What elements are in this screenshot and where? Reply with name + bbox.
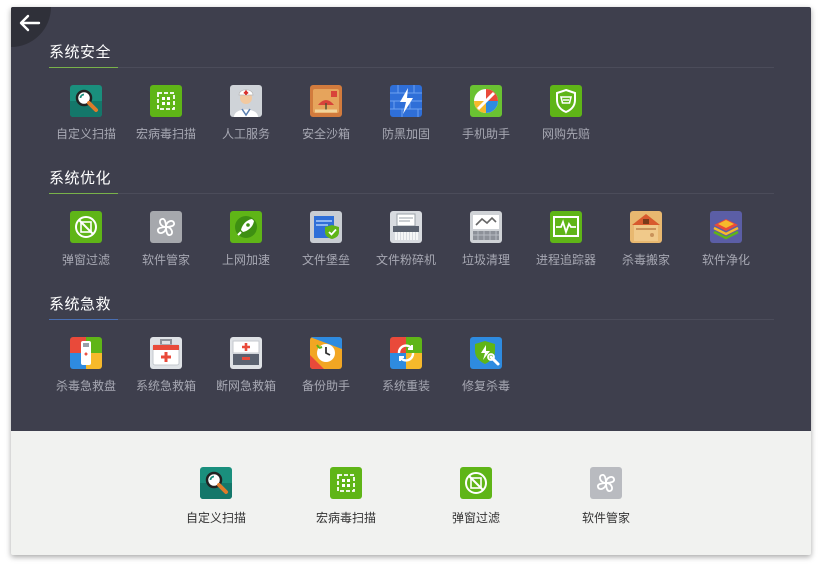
popup-filter-icon [70,211,102,243]
magnifier-icon [200,467,232,499]
tool-network-accelerate[interactable]: 上网加速 [206,211,286,271]
tool-label: 杀毒急救盘 [55,379,116,393]
tool-label: 系统重装 [381,379,430,393]
section-accent-line [49,193,118,194]
shredder-icon [390,211,422,243]
tool-anti-hack[interactable]: 防黑加固 [366,85,446,145]
tool-label: 备份助手 [301,379,350,393]
tool-junk-cleanup[interactable]: 垃圾清理 [446,211,526,271]
software-manager-icon [150,211,182,243]
file-fortress-icon [310,211,342,243]
layers-icon [710,211,742,243]
tool-human-service[interactable]: 人工服务 [206,85,286,145]
tool-custom-scan[interactable]: 自定义扫描 [46,85,126,145]
back-button[interactable] [11,7,51,47]
shortcut-label: 宏病毒扫描 [315,511,376,525]
tool-phone-assistant[interactable]: 手机助手 [446,85,526,145]
tool-software-manager[interactable]: 软件管家 [126,211,206,271]
shortcut-popup-filter[interactable]: 弹窗过滤 [426,467,526,527]
tool-label: 网购先赔 [541,127,590,141]
tool-software-purify[interactable]: 软件净化 [686,211,766,271]
tool-label: 安全沙箱 [301,127,350,141]
tool-label: 上网加速 [221,253,270,267]
software-manager-icon [590,467,622,499]
tool-file-shredder[interactable]: 文件粉碎机 [366,211,446,271]
popup-filter-icon [460,467,492,499]
tool-label: 弹窗过滤 [61,253,110,267]
section-divider [49,193,774,194]
tool-label: 手机助手 [461,127,510,141]
tool-macro-scan[interactable]: 宏病毒扫描 [126,85,206,145]
sandbox-icon [310,85,342,117]
shortcut-custom-scan[interactable]: 自定义扫描 [166,467,266,527]
doctor-icon [230,85,262,117]
tool-shopping-compensation[interactable]: 网购先赔 [526,85,606,145]
tool-label: 软件净化 [701,253,750,267]
section-divider [49,319,774,320]
shopping-shield-icon [550,85,582,117]
tool-popup-filter[interactable]: 弹窗过滤 [46,211,126,271]
firewall-bolt-icon [390,85,422,117]
tool-system-rescue-kit[interactable]: 系统急救箱 [126,337,206,397]
tool-backup-assistant[interactable]: 备份助手 [286,337,366,397]
reinstall-icon [390,337,422,369]
tool-label: 文件粉碎机 [375,253,436,267]
tool-label: 自定义扫描 [55,127,116,141]
network-aid-icon [230,337,262,369]
shortcut-macro-scan[interactable]: 宏病毒扫描 [296,467,396,527]
shortcut-software-manager[interactable]: 软件管家 [556,467,656,527]
shortcut-label: 软件管家 [581,511,630,525]
first-aid-kit-icon [150,337,182,369]
section-accent-line [49,319,118,320]
section-title-security: 系统安全 [49,43,112,61]
cleanup-icon [470,211,502,243]
tool-label: 进程追踪器 [535,253,596,267]
macro-scan-icon [150,85,182,117]
process-tracker-icon [550,211,582,243]
macro-scan-icon [330,467,362,499]
tool-label: 宏病毒扫描 [135,127,196,141]
section-title-optimization: 系统优化 [49,169,112,187]
section-title-rescue: 系统急救 [49,295,112,313]
tool-rescue-disk[interactable]: 杀毒急救盘 [46,337,126,397]
tool-label: 系统急救箱 [135,379,196,393]
repair-shield-icon [470,337,502,369]
tool-label: 软件管家 [141,253,190,267]
tool-file-fortress[interactable]: 文件堡垒 [286,211,366,271]
tool-label: 修复杀毒 [461,379,510,393]
magnifier-icon [70,85,102,117]
tool-network-rescue-kit[interactable]: 断网急救箱 [206,337,286,397]
tool-label: 杀毒搬家 [621,253,670,267]
tool-label: 文件堡垒 [301,253,350,267]
tool-system-reinstall[interactable]: 系统重装 [366,337,446,397]
shortcut-label: 弹窗过滤 [451,511,500,525]
tools-area: 系统安全 自定义扫描 宏病毒扫描 人工服务 安全沙箱 防黑加固 手机助手 网购先… [11,7,811,431]
tool-label: 断网急救箱 [215,379,276,393]
tool-label: 人工服务 [221,127,270,141]
section-accent-line [49,67,118,68]
section-divider [49,67,774,68]
house-icon [630,211,662,243]
tool-label: 垃圾清理 [461,253,510,267]
tool-process-tracker[interactable]: 进程追踪器 [526,211,606,271]
usb-rescue-icon [70,337,102,369]
rocket-icon [230,211,262,243]
phone-assistant-icon [470,85,502,117]
tool-label: 防黑加固 [381,127,430,141]
arrow-left-icon [19,14,41,32]
tool-antivirus-move[interactable]: 杀毒搬家 [606,211,686,271]
shortcut-label: 自定义扫描 [185,511,246,525]
tool-sandbox[interactable]: 安全沙箱 [286,85,366,145]
backup-icon [310,337,342,369]
tool-repair-antivirus[interactable]: 修复杀毒 [446,337,526,397]
tools-panel: 系统安全 自定义扫描 宏病毒扫描 人工服务 安全沙箱 防黑加固 手机助手 网购先… [11,7,811,555]
